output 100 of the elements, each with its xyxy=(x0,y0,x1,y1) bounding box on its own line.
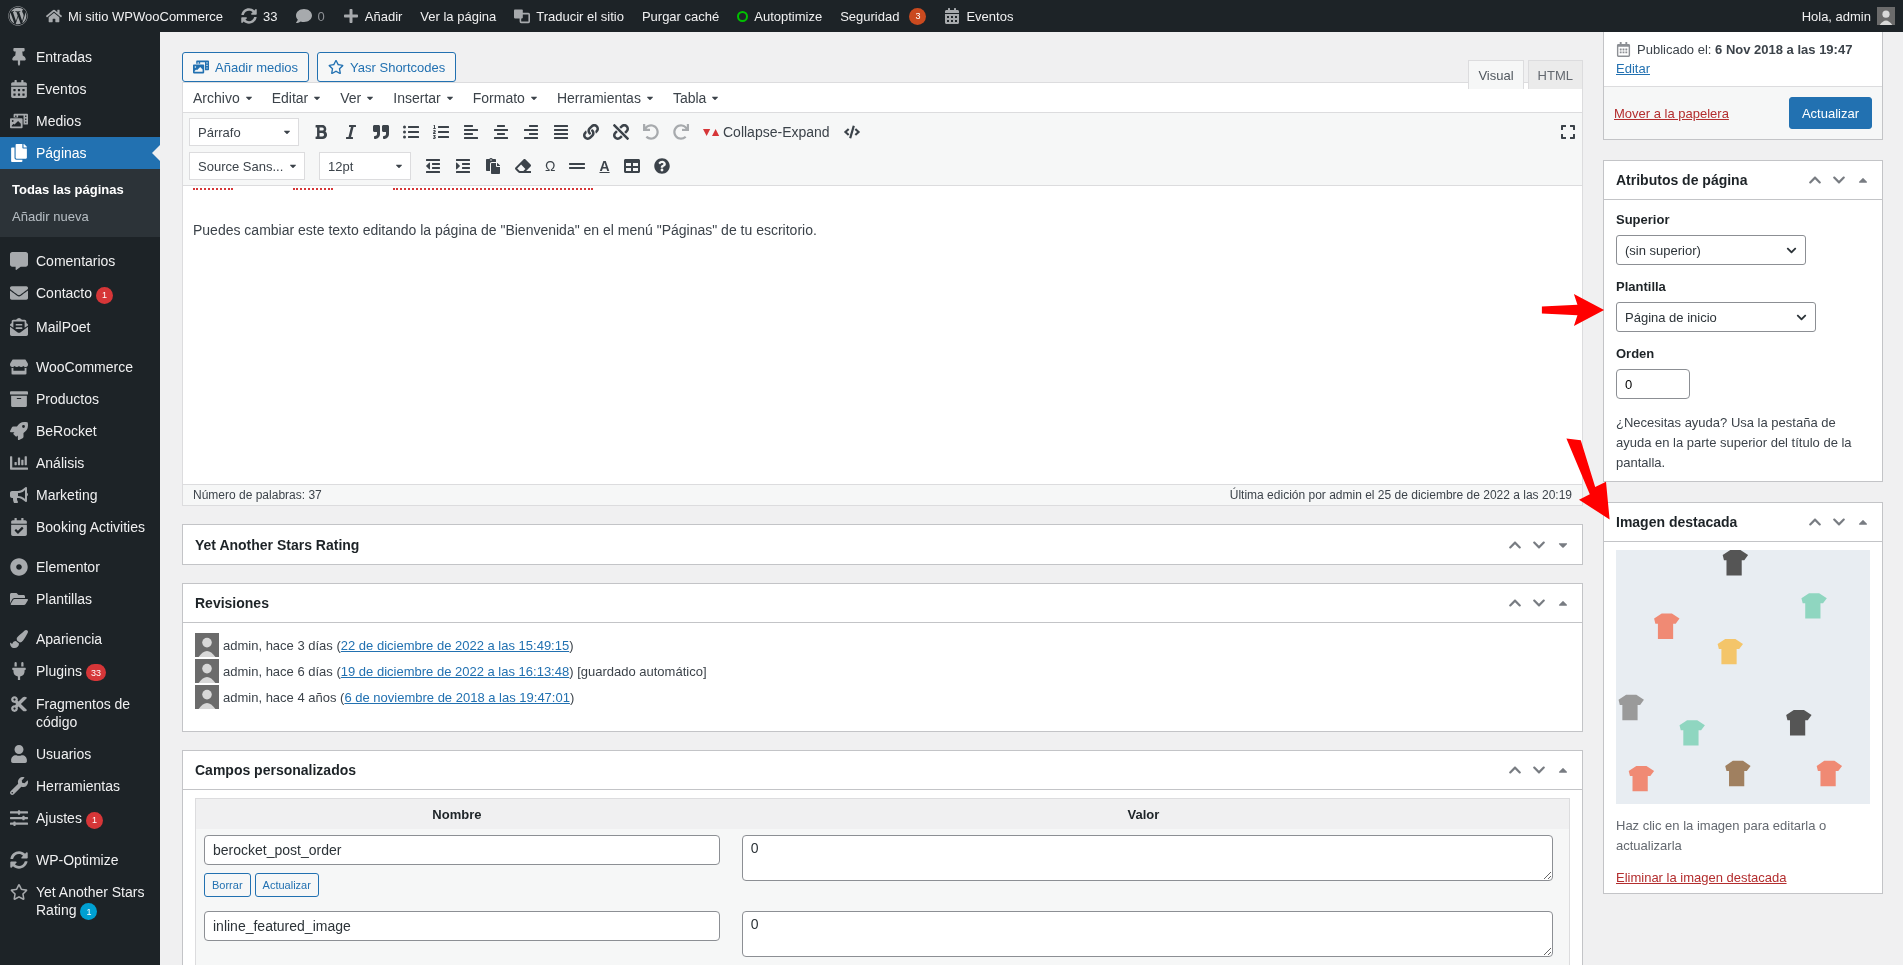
sidebar-item[interactable]: BeRocket xyxy=(0,414,160,447)
sidebar-item[interactable]: Fragmentos de código xyxy=(0,688,160,738)
admin-bar-link[interactable]: Ver la página xyxy=(420,8,497,24)
bold-icon[interactable] xyxy=(313,124,329,140)
parent-select[interactable]: (sin superior) xyxy=(1616,235,1806,265)
admin-bar-item[interactable]: Añadir xyxy=(342,8,403,24)
sidebar-item[interactable]: Usuarios xyxy=(0,738,160,770)
admin-bar-item[interactable]: Seguridad 3 xyxy=(840,7,927,25)
field-name-input[interactable]: berocket_post_order xyxy=(204,835,720,865)
media-button[interactable]: Añadir medios xyxy=(182,52,310,82)
align-center-icon[interactable] xyxy=(493,124,509,140)
align-left-icon[interactable] xyxy=(463,124,479,140)
sidebar-item[interactable]: WP-Optimize xyxy=(0,843,160,876)
sidebar-item[interactable]: Ajustes 1 xyxy=(0,802,160,836)
link-icon[interactable] xyxy=(583,124,599,140)
sidebar-item[interactable]: Entradas xyxy=(0,41,160,73)
admin-bar-item[interactable]: Traducir el sitio xyxy=(514,8,624,24)
sidebar-item[interactable]: Herramientas xyxy=(0,770,160,802)
editor-menu[interactable]: Herramientas xyxy=(556,89,655,106)
submenu-item[interactable]: Añadir nueva xyxy=(0,203,160,230)
quote-icon[interactable] xyxy=(373,124,389,140)
field-label: Plantilla xyxy=(1616,279,1667,294)
help-icon[interactable] xyxy=(653,158,670,174)
sidebar-item[interactable]: MailPoet xyxy=(0,310,160,343)
admin-bar-item[interactable]: Eventos xyxy=(944,8,1014,24)
published-date: Publicado el: 6 Nov 2018 a las 19:47 xyxy=(1637,42,1853,57)
revision-text: admin, hace 3 días (22 de diciembre de 2022 a las 15:49:15) xyxy=(223,637,574,653)
sidebar-item[interactable]: Productos xyxy=(0,382,160,415)
paste-icon[interactable] xyxy=(485,158,501,174)
editor-menu[interactable]: Ver xyxy=(340,89,376,106)
open-envelope-icon xyxy=(10,317,28,336)
sidebar-label: Entradas xyxy=(36,48,93,66)
sidebar-item[interactable]: Booking Activities xyxy=(0,510,160,543)
sidebar-item[interactable]: Apariencia xyxy=(0,622,160,655)
justify-icon[interactable] xyxy=(553,124,569,140)
sidebar-item[interactable]: Eventos xyxy=(0,73,160,105)
trash-link[interactable]: Mover a la papelera xyxy=(1614,105,1729,121)
sidebar-item[interactable]: Análisis xyxy=(0,446,160,479)
unlink-icon[interactable] xyxy=(613,124,629,140)
format-select[interactable]: Párrafo xyxy=(189,118,299,146)
revision-link[interactable]: 22 de diciembre de 2022 a las 15:49:15 xyxy=(340,637,570,653)
fullscreen-icon[interactable] xyxy=(1560,124,1576,140)
text-color-button[interactable]: A xyxy=(599,158,610,174)
admin-bar-item[interactable]: Autoptimize xyxy=(737,8,823,24)
last-edit-text: Última edición por admin el 25 de diciembre de 2022 a las 20:19 xyxy=(1229,488,1572,502)
submenu-item[interactable]: Todas las páginas xyxy=(0,176,160,203)
field-label: Orden xyxy=(1616,346,1656,361)
sidebar-item[interactable]: Contacto 1 xyxy=(0,277,160,311)
admin-bar-link[interactable]: Purgar caché xyxy=(641,8,720,24)
numbered-list-icon[interactable] xyxy=(433,124,449,140)
admin-bar-item[interactable]: 0 xyxy=(295,8,325,24)
order-input[interactable]: 0 xyxy=(1616,369,1690,399)
bullet-list-icon[interactable] xyxy=(403,124,419,140)
sidebar-item[interactable]: Comentarios xyxy=(0,245,160,277)
editor-tab[interactable]: Visual xyxy=(1468,60,1524,89)
account-menu[interactable]: Hola, admin xyxy=(1801,7,1895,25)
sidebar-item[interactable]: Elementor xyxy=(0,550,160,583)
editor-menu[interactable]: Insertar xyxy=(393,89,455,106)
help-text: ¿Necesitas ayuda? Usa la pestaña de ayuda en la parte superior del título de la pantalla. xyxy=(1616,414,1853,472)
field-label: Superior xyxy=(1616,212,1671,227)
editor-tab[interactable]: HTML xyxy=(1527,60,1583,89)
editor-menu[interactable]: Archivo xyxy=(193,89,254,106)
translate-icon xyxy=(514,8,531,24)
italic-icon[interactable] xyxy=(343,124,359,140)
field-action-button[interactable]: Borrar xyxy=(204,873,251,897)
field-action-button[interactable]: Actualizar xyxy=(254,873,319,897)
sidebar-item[interactable]: Páginas xyxy=(0,137,160,169)
editor-menu[interactable]: Editar xyxy=(271,89,323,106)
font-select[interactable]: Source Sans... xyxy=(189,152,305,180)
collapse-expand-button[interactable]: Collapse-Expand xyxy=(703,124,830,140)
editor-menu[interactable]: Formato xyxy=(472,89,539,106)
editor-menu[interactable]: Tabla xyxy=(672,89,721,106)
code-icon[interactable] xyxy=(843,124,860,140)
sidebar-item[interactable]: Plantillas xyxy=(0,582,160,615)
field-value-input[interactable]: 0 xyxy=(741,911,1553,957)
special-character-button[interactable]: Ω xyxy=(545,158,556,174)
remove-image-link[interactable]: Eliminar la imagen destacada xyxy=(1616,870,1787,885)
star-icon xyxy=(328,59,345,75)
template-select[interactable]: Página de inicio xyxy=(1616,302,1816,332)
wordpress-logo-icon[interactable] xyxy=(8,6,28,26)
sidebar-item[interactable]: Medios xyxy=(0,105,160,137)
revision-link[interactable]: 19 de diciembre de 2022 a las 16:13:48 xyxy=(340,663,570,679)
revision-link[interactable]: 6 de noviembre de 2018 a las 19:47:01 xyxy=(344,689,570,705)
outdent-icon[interactable] xyxy=(425,158,441,174)
field-value-input[interactable]: 0 xyxy=(741,835,1553,881)
admin-bar-item[interactable]: 33 xyxy=(241,8,278,24)
update-button[interactable]: Actualizar xyxy=(1788,97,1872,129)
sidebar-item[interactable]: Yet Another Stars Rating 1 xyxy=(0,875,160,927)
edit-date-link[interactable]: Editar xyxy=(1616,61,1650,76)
align-right-icon[interactable] xyxy=(523,124,539,140)
sidebar-item[interactable]: WooCommerce xyxy=(0,350,160,383)
table-icon[interactable] xyxy=(623,158,640,174)
sidebar-item[interactable]: Plugins 33 xyxy=(0,654,160,688)
media-button[interactable]: Yasr Shortcodes xyxy=(317,52,457,82)
sliders-icon xyxy=(10,809,28,827)
indent-icon[interactable] xyxy=(455,158,471,174)
eraser-icon[interactable] xyxy=(515,158,531,174)
field-name-input[interactable]: inline_featured_image xyxy=(204,911,720,941)
size-select[interactable]: 12pt xyxy=(319,152,411,180)
sidebar-item[interactable]: Marketing xyxy=(0,478,160,511)
